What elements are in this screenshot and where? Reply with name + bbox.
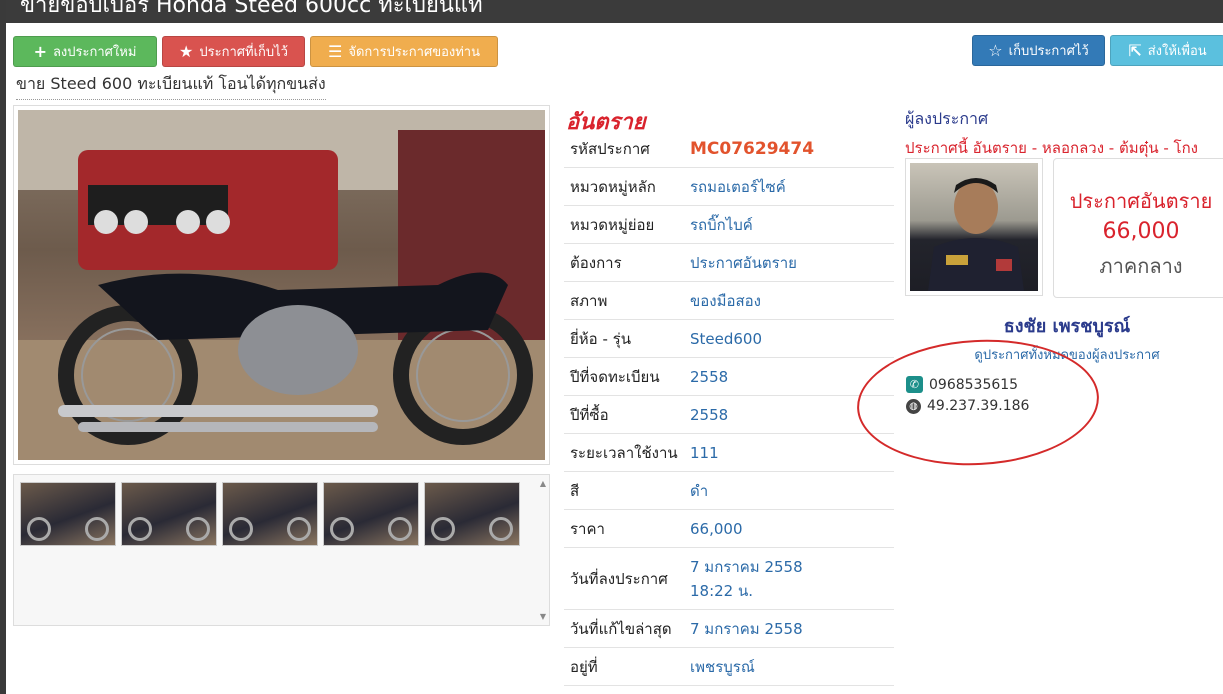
spec-value-time: 18:22 น. [690, 581, 754, 600]
spec-label: ต้องการ [570, 253, 622, 272]
spec-value[interactable]: รถบิ๊กไบค์ [690, 206, 894, 243]
spec-label: ยี่ห้อ - รุ่น [570, 329, 631, 348]
table-row: ต้องการ ประกาศอันตราย [564, 244, 894, 282]
price-box: ประกาศอันตราย 66,000 ภาคกลาง [1053, 158, 1223, 298]
main-photo[interactable] [13, 105, 550, 465]
spec-value: MC07629474 [690, 138, 815, 159]
spec-label: สี [570, 481, 580, 500]
post-new-label: ลงประกาศใหม่ [52, 45, 137, 60]
listing-page: ขายขอบเบอร Honda Steed 600cc ทะเบียนแท้ … [0, 0, 1223, 694]
spec-label: หมวดหมู่ย่อย [570, 215, 655, 234]
send-friend-button[interactable]: ⇱ ส่งให้เพื่อน [1110, 35, 1223, 66]
spec-value: ดำ [690, 481, 709, 500]
avatar [905, 158, 1043, 296]
table-row: รหัสประกาศ MC07629474 [564, 130, 894, 168]
spec-value: 111 [690, 443, 719, 462]
spec-label: รหัสประกาศ [570, 139, 650, 158]
spec-label: วันที่แก้ไขล่าสุด [570, 619, 672, 638]
table-row: อยู่ที่ เพชรบูรณ์ [564, 648, 894, 686]
spec-table: รหัสประกาศ MC07629474 หมวดหมู่หลัก รถมอเ… [564, 130, 894, 686]
spec-value: 7 มกราคม 2558 [690, 619, 803, 638]
table-row: สภาพ ของมือสอง [564, 282, 894, 320]
spec-value: 7 มกราคม 2558 [690, 557, 803, 576]
spec-label: หมวดหมู่หลัก [570, 177, 656, 196]
star-outline-icon: ☆ [988, 40, 1003, 60]
table-row: วันที่แก้ไขล่าสุด 7 มกราคม 2558 [564, 610, 894, 648]
spec-value: Steed600 [690, 329, 763, 348]
save-listing-button[interactable]: ☆ เก็บประกาศไว้ [972, 35, 1105, 66]
send-friend-label: ส่งให้เพื่อน [1147, 44, 1207, 59]
spec-value: ของมือสอง [690, 291, 761, 310]
plus-icon: + [33, 41, 47, 61]
motorcycle-photo [18, 110, 545, 460]
poster-name[interactable]: ธงชัย เพรชบูรณ์ [905, 311, 1223, 340]
spec-value[interactable]: เพชรบูรณ์ [690, 648, 894, 685]
danger-warning: ประกาศนี้ อันตราย - หลอกลวง - ต้มตุ๋น - … [905, 139, 1198, 157]
table-row: ปีที่ซื้อ 2558 [564, 396, 894, 434]
table-row: ระยะเวลาใช้งาน 111 [564, 434, 894, 472]
spec-label: ระยะเวลาใช้งาน [570, 443, 678, 462]
spec-label: ปีที่จดทะเบียน [570, 367, 660, 386]
thumbnail-gallery: ▲ ▼ [13, 474, 550, 626]
table-row: ยี่ห้อ - รุ่น Steed600 [564, 320, 894, 358]
spec-value[interactable]: รถมอเตอร์ไซค์ [690, 168, 894, 205]
spec-label: ปีที่ซื้อ [570, 405, 609, 424]
table-row: ปีที่จดทะเบียน 2558 [564, 358, 894, 396]
thumbnail[interactable] [323, 482, 419, 546]
spec-label: วันที่ลงประกาศ [570, 569, 668, 588]
thumbnail[interactable] [222, 482, 318, 546]
saved-listings-button[interactable]: ★ ประกาศที่เก็บไว้ [162, 36, 305, 67]
share-icon: ⇱ [1128, 40, 1142, 60]
spec-value: 66,000 [690, 519, 743, 538]
saved-listings-label: ประกาศที่เก็บไว้ [199, 45, 288, 60]
page-title-bar: ขายขอบเบอร Honda Steed 600cc ทะเบียนแท้ [6, 0, 1223, 23]
scroll-down-icon[interactable]: ▼ [540, 612, 546, 621]
spec-label: อยู่ที่ [570, 657, 598, 676]
scroll-up-icon[interactable]: ▲ [540, 479, 546, 488]
page-title: ขายขอบเบอร Honda Steed 600cc ทะเบียนแท้ [20, 0, 483, 18]
region-label: ภาคกลาง [1099, 254, 1183, 278]
table-row: สี ดำ [564, 472, 894, 510]
table-row: หมวดหมู่หลัก รถมอเตอร์ไซค์ [564, 168, 894, 206]
thumbnail[interactable] [424, 482, 520, 546]
star-icon: ★ [179, 41, 194, 61]
spec-value: ประกาศอันตราย [690, 253, 797, 272]
manage-listings-label: จัดการประกาศของท่าน [348, 45, 480, 60]
table-row: ราคา 66,000 [564, 510, 894, 548]
save-listing-label: เก็บประกาศไว้ [1008, 44, 1089, 59]
listing-title: ขาย Steed 600 ทะเบียนแท้ โอนได้ทุกขนส่ง [16, 72, 326, 100]
thumbnail[interactable] [121, 482, 217, 546]
list-icon: ☰ [328, 41, 343, 61]
poster-photo [910, 163, 1038, 291]
table-row: วันที่ลงประกาศ 7 มกราคม 2558 18:22 น. [564, 548, 894, 610]
price-value: 66,000 [1102, 219, 1180, 244]
thumbnail[interactable] [20, 482, 116, 546]
spec-value-group: 7 มกราคม 2558 18:22 น. [690, 548, 894, 609]
price-status: ประกาศอันตราย [1069, 189, 1213, 213]
spec-label: ราคา [570, 519, 605, 538]
manage-listings-button[interactable]: ☰ จัดการประกาศของท่าน [310, 36, 498, 67]
spec-label: สภาพ [570, 291, 608, 310]
post-new-button[interactable]: + ลงประกาศใหม่ [13, 36, 157, 67]
poster-heading: ผู้ลงประกาศ [905, 109, 989, 128]
table-row: หมวดหมู่ย่อย รถบิ๊กไบค์ [564, 206, 894, 244]
